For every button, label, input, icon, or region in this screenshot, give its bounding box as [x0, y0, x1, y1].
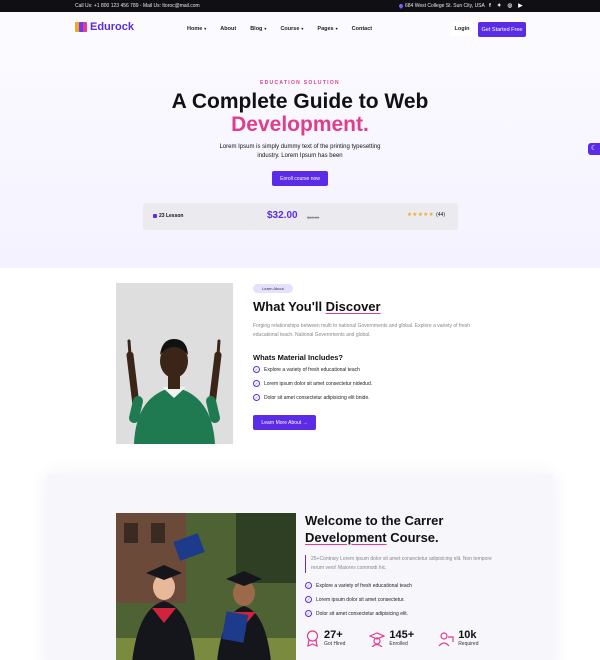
discover-title-plain: What You'll — [253, 299, 326, 314]
twitter-icon[interactable]: ✦ — [497, 2, 502, 10]
old-price: $68.00 — [307, 215, 320, 220]
check-circle-icon: ✓ — [305, 582, 312, 589]
list-item-text: Explore a variety of fresh educational t… — [316, 582, 412, 589]
nav-item-pages[interactable]: Pages ▾ — [317, 26, 337, 32]
contact-info: Call Us: +1 800 123 456 789 - Mail Us: l… — [75, 3, 200, 9]
course-stats-card: 23 Lesson $32.00 $68.00 ★★★★★ (44) — [143, 203, 458, 230]
nav-item-contact[interactable]: Contact — [352, 26, 372, 32]
hero-title: A Complete Guide to Web Development. — [0, 90, 600, 136]
career-paragraph: 25+Contrary Lorem ipsum dolor sit amet c… — [305, 555, 495, 573]
book-icon — [153, 214, 157, 218]
career-metrics: 27+ Got Hired 145+ Enrolled 10k Required — [305, 630, 478, 647]
get-started-button[interactable]: Get Started Free — [478, 22, 526, 37]
nav-label: Blog — [250, 26, 263, 32]
hero-title-line1: A Complete Guide to Web — [171, 90, 429, 113]
logo[interactable]: Edurock — [75, 21, 134, 33]
career-title-end: Course. — [386, 530, 439, 545]
list-item: ✓ Dolor sit amet consectetur adipisicing … — [305, 610, 412, 617]
enroll-button[interactable]: Enroll course now — [272, 171, 328, 186]
discover-paragraph: Forging relationships between multi to n… — [253, 323, 471, 338]
nav-item-blog[interactable]: Blog ▾ — [250, 26, 266, 32]
rating: ★★★★★ (44) — [407, 212, 445, 218]
list-item: ✓ Lorem ipsum dolor sit amet consectetur. — [305, 596, 412, 603]
career-list: ✓ Explore a variety of fresh educational … — [253, 582, 412, 617]
career-title-line1: Welcome to the Carrer — [305, 513, 444, 528]
nav-item-about[interactable]: About — [220, 26, 236, 32]
list-item: ✓ Dolor sit amet consectetur adipisicing … — [253, 394, 372, 401]
hero-title-accent: Development. — [231, 113, 369, 136]
chevron-down-icon: ▾ — [204, 26, 207, 31]
career-title-line2: Development Course. — [305, 529, 443, 546]
chevron-down-icon: ▾ — [264, 26, 267, 31]
course-price: $32.00 — [267, 210, 298, 221]
list-item: ✓ Explore a variety of fresh educational … — [253, 366, 372, 373]
address-text: 684 West College St. Sun City, USA — [405, 3, 485, 9]
list-item: ✓ Explore a variety of fresh educational … — [305, 582, 412, 589]
metric-enrolled: 145+ Enrolled — [369, 630, 414, 647]
chevron-down-icon: ▾ — [301, 26, 304, 31]
check-circle-icon: ✓ — [253, 380, 260, 387]
chevron-down-icon: ▾ — [335, 26, 338, 31]
logo-text: Edurock — [90, 21, 135, 33]
address: 684 West College St. Sun City, USA — [398, 3, 485, 9]
star-rating-icon: ★★★★★ — [407, 212, 435, 218]
nav-label: Pages — [317, 26, 334, 32]
learn-about-badge: Learn About — [253, 284, 293, 293]
check-circle-icon: ✓ — [253, 366, 260, 373]
nav-item-home[interactable]: Home ▾ — [187, 26, 206, 32]
enrolled-icon — [369, 631, 386, 647]
list-item-text: Explore a variety of fresh educational t… — [264, 366, 360, 373]
metric-label: Enrolled — [389, 641, 408, 647]
hero-subtitle: Lorem Ipsum is simply dummy text of the … — [219, 144, 381, 159]
check-circle-icon: ✓ — [305, 610, 312, 617]
metric-value: 145+ — [389, 629, 415, 641]
learn-more-button[interactable]: Learn More About → — [253, 415, 316, 430]
metric-value: 27+ — [324, 629, 343, 641]
list-item-text: Dolor sit amet consectetur adipisicing e… — [264, 394, 370, 401]
list-item-text: Dolor sit amet consectetur adipisicing e… — [316, 610, 408, 617]
check-circle-icon: ✓ — [305, 596, 312, 603]
career-title: Welcome to the Carrer Development Course… — [305, 512, 443, 546]
review-count: (44) — [436, 212, 446, 218]
hero-eyebrow: EDUCATION SOLUTION — [260, 80, 340, 86]
discover-title-accent: Discover — [325, 299, 381, 314]
site-header: Edurock Home ▾ About Blog ▾ Course ▾ Pages ▾… — [0, 12, 600, 48]
top-bar: Call Us: +1 800 123 456 789 - Mail Us: l… — [0, 0, 600, 12]
career-title-accent: Development — [305, 530, 387, 545]
hired-icon — [306, 630, 319, 647]
material-list: ✓ Explore a variety of fresh educational … — [253, 366, 372, 401]
logo-icon — [75, 21, 87, 33]
student-illustration — [116, 283, 233, 444]
dark-mode-toggle-icon[interactable]: ☾ — [588, 143, 600, 155]
nav-label: Course — [280, 26, 300, 32]
lesson-label: 23 Lesson — [159, 213, 184, 219]
location-pin-icon — [398, 3, 404, 9]
hero-section: EDUCATION SOLUTION A Complete Guide to W… — [0, 48, 600, 268]
list-item: ✓ Lorem ipsum dolor sit amet consectetur … — [253, 380, 372, 387]
nav-label: Home — [187, 26, 203, 32]
list-item-text: Lorem ipsum dolor sit amet consectetur. — [316, 596, 405, 603]
login-button[interactable]: Login — [451, 22, 473, 36]
material-heading: Whats Material Includes? — [253, 353, 344, 362]
discover-title: What You'll Discover — [253, 299, 381, 314]
facebook-icon[interactable]: f — [489, 2, 491, 10]
metric-hired: 27+ Got Hired — [305, 630, 345, 647]
social-links: f ✦ ◎ ▶ — [489, 2, 523, 10]
main-nav: Home ▾ About Blog ▾ Course ▾ Pages ▾ Contact — [187, 26, 372, 32]
metric-value: 10k — [458, 629, 477, 641]
list-item-text: Lorem ipsum dolor sit amet consectetur n… — [264, 380, 373, 387]
metric-label: Required — [458, 641, 479, 647]
metric-label: Got Hired — [324, 641, 346, 647]
student-photo — [116, 283, 233, 444]
instagram-icon[interactable]: ◎ — [507, 2, 512, 10]
required-icon — [438, 631, 454, 646]
check-circle-icon: ✓ — [253, 394, 260, 401]
youtube-icon[interactable]: ▶ — [518, 2, 522, 10]
metric-required: 10k Required — [438, 630, 478, 647]
nav-label: About — [220, 26, 237, 32]
lesson-count: 23 Lesson — [153, 213, 183, 219]
nav-label: Contact — [351, 26, 373, 32]
nav-item-course[interactable]: Course ▾ — [280, 26, 303, 32]
